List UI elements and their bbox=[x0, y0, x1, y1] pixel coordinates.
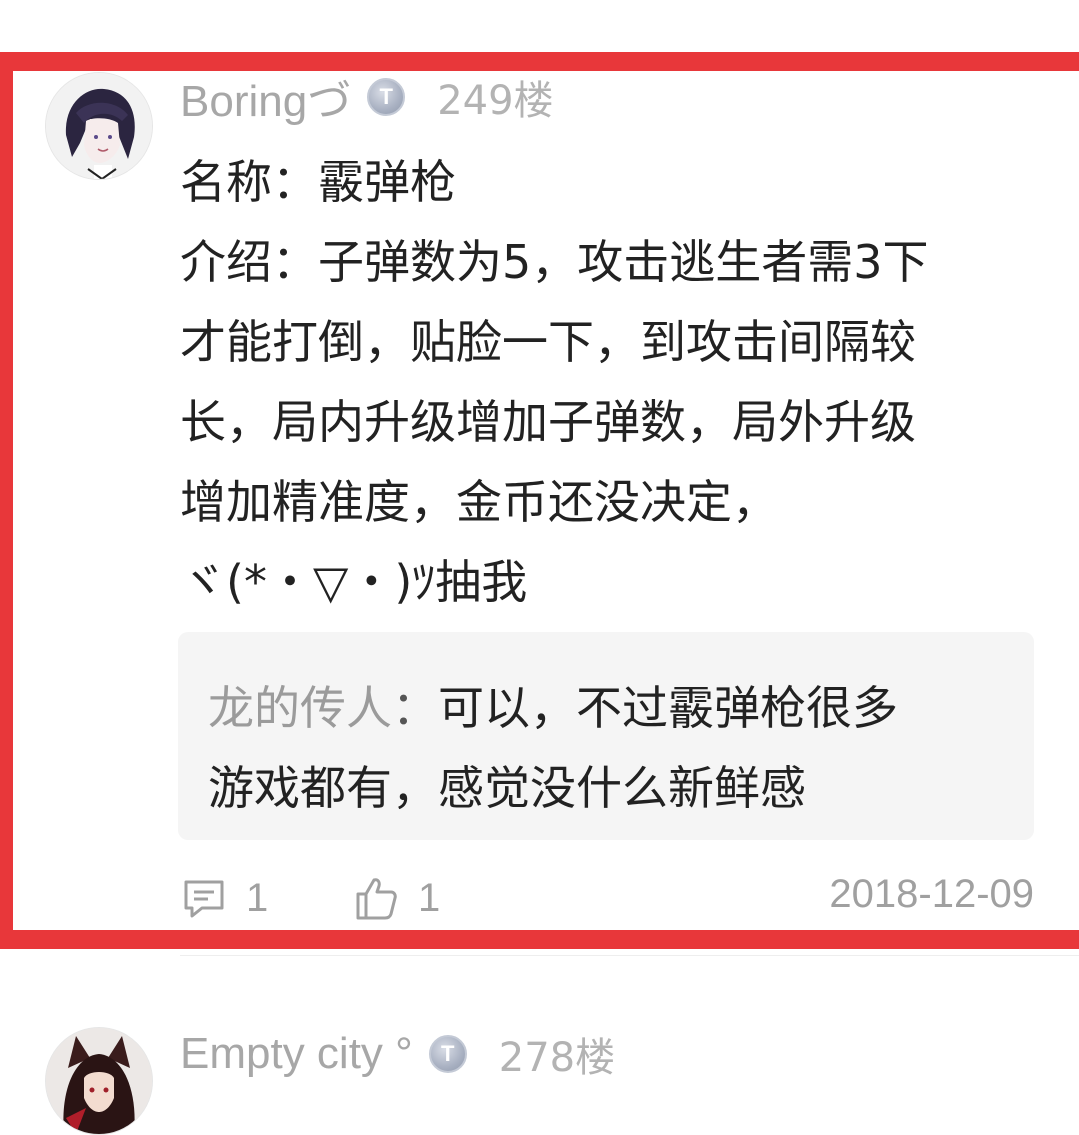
reply-colon: ： bbox=[392, 681, 438, 735]
user-avatar[interactable] bbox=[45, 1027, 153, 1135]
comment-icon bbox=[184, 880, 224, 918]
comment-divider bbox=[180, 955, 1079, 956]
comment-line: 介绍：子弹数为5，攻击逃生者需3下 bbox=[180, 235, 929, 289]
reply-line: 龙的传人：可以，不过霰弹枪很多 bbox=[208, 668, 1004, 748]
comment-line: 名称：霰弹枪 bbox=[180, 155, 456, 209]
comment-line: 增加精准度，金币还没决定， bbox=[180, 475, 778, 529]
comment-line: 长，局内升级增加子弹数，局外升级 bbox=[180, 395, 916, 449]
comment-header: Boringづ T 249楼 bbox=[180, 72, 554, 126]
reply-button[interactable]: 1 bbox=[180, 870, 268, 926]
level-badge-icon: T bbox=[367, 78, 406, 116]
reply-text: 可以，不过霰弹枪很多 bbox=[438, 681, 898, 735]
reply-preview[interactable]: 龙的传人：可以，不过霰弹枪很多 游戏都有，感觉没什么新鲜感 bbox=[178, 632, 1034, 840]
comment-header: Empty city ° T 278楼 bbox=[180, 1028, 616, 1081]
like-count: 1 bbox=[418, 875, 441, 920]
level-badge-icon: T bbox=[428, 1035, 467, 1073]
comment-body: 名称：霰弹枪 介绍：子弹数为5，攻击逃生者需3下 才能打倒，贴脸一下，到攻击间隔… bbox=[180, 142, 1030, 622]
floor-number: 249楼 bbox=[437, 78, 554, 124]
comment-line: ヾ(*・▽・)ﾂ抽我 bbox=[180, 555, 528, 609]
comment-line: 才能打倒，贴脸一下，到攻击间隔较 bbox=[180, 315, 916, 369]
reply-author[interactable]: 龙的传人 bbox=[208, 681, 392, 735]
avatar-image bbox=[46, 1028, 152, 1134]
reply-count: 1 bbox=[246, 875, 269, 920]
post-date: 2018-12-09 bbox=[829, 872, 1034, 916]
username[interactable]: Empty city ° bbox=[180, 1029, 413, 1079]
reply-text: 游戏都有，感觉没什么新鲜感 bbox=[208, 761, 806, 815]
like-button[interactable]: 1 bbox=[352, 870, 440, 926]
username[interactable]: Boringづ bbox=[180, 65, 351, 129]
floor-number: 278楼 bbox=[498, 1035, 616, 1081]
thumbs-up-icon bbox=[356, 878, 397, 920]
